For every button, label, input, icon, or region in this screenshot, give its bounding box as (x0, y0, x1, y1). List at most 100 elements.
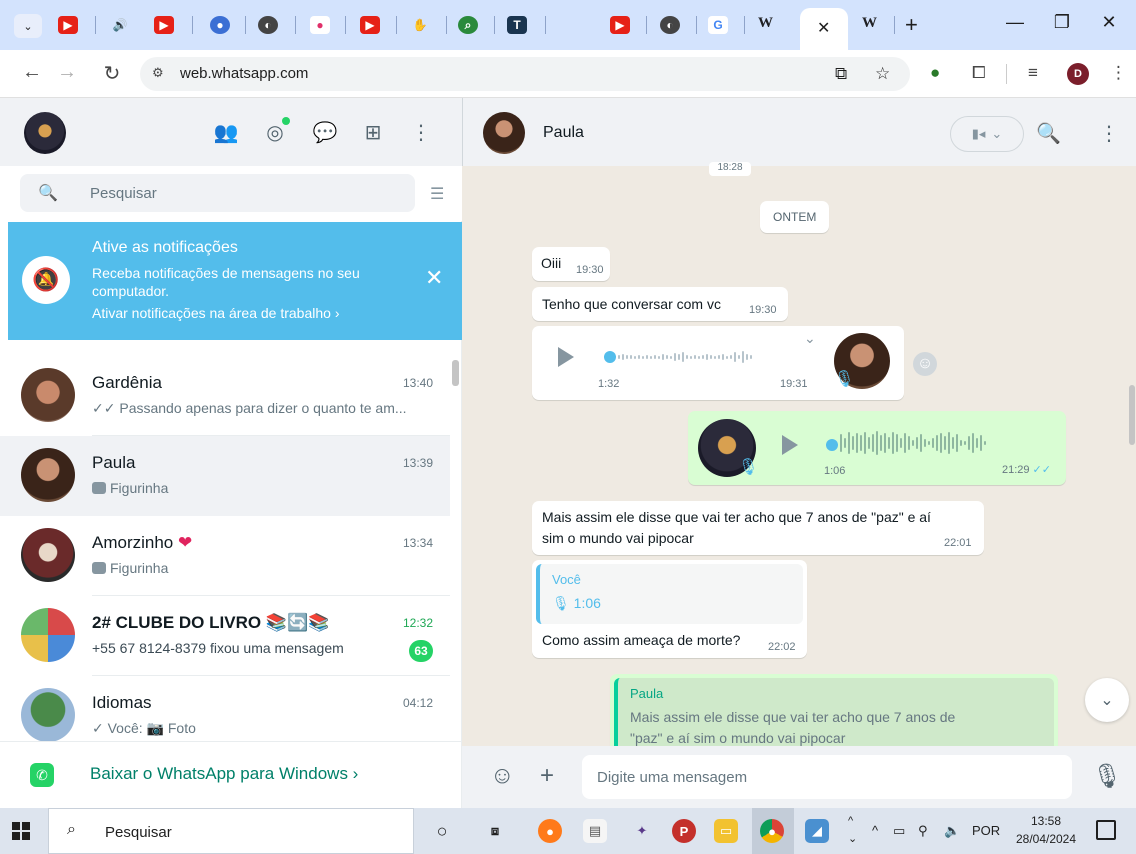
youtube-tab-icon[interactable]: ▶ (154, 16, 174, 34)
play-icon[interactable] (782, 435, 798, 455)
battery-icon[interactable]: ▭ (893, 823, 905, 839)
message-input[interactable] (582, 755, 1072, 799)
windows-start-icon[interactable] (12, 822, 30, 840)
voice-message-incoming[interactable]: 1:32 19:31 ⌄ 🎙 (532, 326, 904, 400)
bookmark-star-icon[interactable]: ☆ (875, 64, 890, 84)
notification-center-icon[interactable] (1096, 820, 1116, 840)
communities-icon[interactable]: 👥 (213, 120, 239, 145)
taskbar-clock[interactable]: 13:58 28/04/2024 (1010, 812, 1082, 848)
quoted-message[interactable]: Paula Mais assim ele disse que vai ter a… (614, 678, 1054, 754)
extension-icon[interactable]: ● (930, 63, 940, 83)
enable-notifications-link[interactable]: Ativar notificações na área de trabalho … (92, 305, 339, 321)
filter-icon[interactable]: ☰ (430, 184, 444, 204)
wikipedia-tab-icon[interactable]: W (862, 15, 877, 32)
address-bar[interactable]: ⚙ web.whatsapp.com ⧉ ☆ (140, 57, 910, 91)
message-scrollbar[interactable] (1129, 385, 1135, 445)
close-window-icon[interactable]: ✕ (1094, 12, 1124, 33)
language-indicator[interactable]: POR (972, 823, 1000, 838)
lens-tab-icon[interactable]: ⌕ (458, 16, 478, 34)
play-icon[interactable] (558, 347, 574, 367)
back-arrow-icon[interactable]: ← (20, 61, 44, 84)
pinterest-icon[interactable]: P (672, 819, 696, 843)
message-incoming[interactable]: Mais assim ele disse que vai ter acho qu… (532, 501, 984, 555)
search-box[interactable]: 🔍 (20, 174, 415, 212)
app-tab-icon[interactable]: ● (310, 16, 330, 34)
tab-search-chevron-icon[interactable]: ⌄ (14, 14, 42, 38)
network-icon[interactable]: ⚲ (918, 823, 928, 839)
list-item[interactable]: Idiomas 04:12 ✓ Você: 📷 Foto (0, 676, 450, 741)
notepad-icon[interactable]: ▤ (583, 819, 607, 843)
chrome-icon[interactable]: ● (760, 819, 784, 843)
url-text[interactable]: web.whatsapp.com (180, 65, 308, 82)
chat-list-scrollbar[interactable] (452, 360, 459, 386)
site-info-icon[interactable]: ⚙ (152, 65, 164, 81)
audio-playing-icon[interactable]: 🔊 (110, 16, 130, 34)
download-app-banner[interactable]: ✆ Baixar o WhatsApp para Windows › (0, 741, 461, 808)
status-icon[interactable]: ◎ (262, 117, 290, 145)
close-tab-icon[interactable]: ✕ (817, 18, 830, 38)
message-area[interactable]: 18:28 ONTEM Oiii 19:30 Tenho que convers… (462, 162, 1136, 754)
menu-kebab-icon[interactable]: ⋮ (1099, 121, 1119, 146)
audio-waveform[interactable] (840, 428, 986, 458)
volume-icon[interactable]: 🔈 (944, 823, 960, 839)
video-call-button[interactable]: ▮◂ ⌄ (950, 116, 1024, 152)
restore-icon[interactable]: ❐ (1047, 12, 1077, 33)
search-icon[interactable]: 🔍 (1036, 121, 1061, 146)
list-item[interactable]: 2# CLUBE DO LIVRO 📚🔄📚 12:32 +55 67 8124-… (0, 596, 450, 676)
list-item[interactable]: Gardênia 13:40 ✓✓ Passando apenas para d… (0, 356, 450, 436)
emoji-reaction-icon[interactable]: ☺ (913, 352, 937, 376)
conversation-header[interactable]: Paula ▮◂ ⌄ 🔍 ⋮ (462, 98, 1136, 166)
file-explorer-icon[interactable]: ▭ (714, 819, 738, 843)
paint-icon[interactable]: ✦ (630, 819, 654, 843)
globe-tab-icon[interactable]: ● (210, 16, 230, 34)
scroll-to-bottom-chevron-icon[interactable]: ⌄ (1085, 678, 1129, 722)
new-chat-icon[interactable]: ⊞ (360, 120, 386, 145)
new-tab-plus-icon[interactable]: + (905, 12, 918, 38)
channels-icon[interactable]: 💬 (312, 120, 338, 145)
voice-message-outgoing[interactable]: 🎙 1:06 21:29 ✓✓ (688, 411, 1066, 485)
firefox-icon[interactable]: ● (538, 819, 562, 843)
world-tab-icon[interactable]: ◐ (660, 16, 680, 34)
active-tab-whatsapp[interactable]: ✕ (800, 8, 848, 50)
quoted-message[interactable]: Você 🎙 1:06 (536, 564, 803, 624)
reply-message-incoming[interactable]: Você 🎙 1:06 Como assim ameaça de morte? … (532, 560, 807, 658)
reload-icon[interactable]: ↻ (100, 61, 124, 86)
reading-list-icon[interactable]: ≡ (1028, 63, 1038, 83)
emoji-icon[interactable]: ☺ (490, 762, 515, 790)
audio-progress-dot[interactable] (826, 439, 838, 451)
world-tab-icon[interactable]: ◐ (258, 16, 278, 34)
search-input[interactable] (90, 182, 390, 204)
contact-avatar[interactable] (483, 112, 525, 154)
chevron-down-icon[interactable]: ⌄ (804, 330, 816, 347)
youtube-tab-icon[interactable]: ▶ (58, 16, 78, 34)
menu-kebab-icon[interactable]: ⋮ (1110, 63, 1127, 83)
my-profile-avatar[interactable] (24, 112, 66, 154)
message-incoming[interactable]: Tenho que conversar com vc 19:30 (532, 287, 788, 321)
cortana-icon[interactable]: ○ (430, 819, 454, 843)
task-view-icon[interactable]: ⧈ (483, 819, 507, 843)
minimize-icon[interactable]: — (1000, 12, 1030, 33)
audio-progress-dot[interactable] (604, 351, 616, 363)
t-tab-icon[interactable]: T (507, 16, 527, 34)
youtube-tab-icon[interactable]: ▶ (610, 16, 630, 34)
audio-waveform[interactable] (618, 348, 752, 366)
youtube-tab-icon[interactable]: ▶ (360, 16, 380, 34)
extensions-puzzle-icon[interactable]: ⧠ (972, 63, 986, 83)
wikipedia-tab-icon[interactable]: W (758, 15, 773, 32)
attach-plus-icon[interactable]: + (540, 762, 554, 790)
download-link[interactable]: Baixar o WhatsApp para Windows › (90, 764, 358, 784)
list-item[interactable]: Paula 13:39 Figurinha (0, 436, 450, 516)
install-app-icon[interactable]: ⧉ (835, 64, 847, 84)
microphone-icon[interactable]: 🎙 (1092, 762, 1122, 791)
message-incoming[interactable]: Oiii 19:30 (532, 247, 610, 281)
notification-banner[interactable]: 🔕 Ative as notificações Receba notificaç… (8, 222, 462, 340)
forward-arrow-icon[interactable]: → (55, 61, 79, 84)
profile-avatar[interactable]: D (1067, 63, 1089, 85)
contact-name[interactable]: Paula (543, 124, 584, 142)
list-item[interactable]: Amorzinho ❤ 13:34 Figurinha (0, 516, 450, 596)
hand-tab-icon[interactable]: ✋ (410, 16, 430, 34)
google-tab-icon[interactable]: G (708, 16, 728, 34)
menu-kebab-icon[interactable]: ⋮ (408, 120, 434, 145)
show-hidden-icons-icon[interactable]: ^ (872, 823, 878, 838)
reply-message-outgoing[interactable]: Paula Mais assim ele disse que vai ter a… (610, 674, 1058, 754)
